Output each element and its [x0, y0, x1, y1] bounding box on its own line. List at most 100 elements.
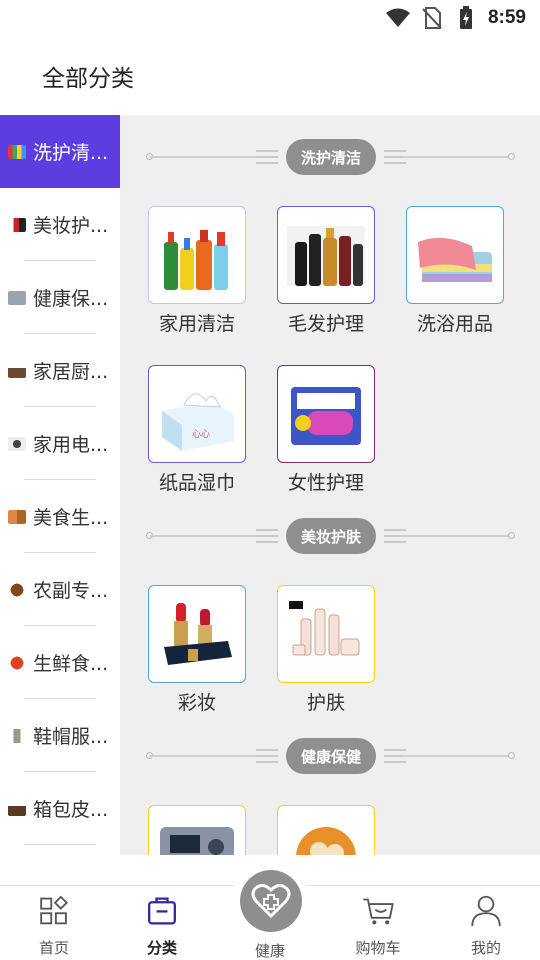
product-card-tissue[interactable]: 心心	[148, 365, 246, 463]
food-thumb	[8, 509, 26, 524]
nav-label: 购物车	[355, 939, 401, 957]
section-header-health: 健康保健	[146, 738, 515, 774]
header-dot	[508, 752, 515, 759]
section-title-pill: 洗护清洁	[286, 139, 376, 175]
home-grid-icon	[40, 895, 69, 925]
header-bars	[256, 150, 278, 164]
sidebar-item-luggage[interactable]: 箱包皮...	[0, 772, 120, 845]
cleaning-bottles-image	[164, 230, 228, 290]
battery-charging-icon	[454, 6, 478, 30]
farm-thumb	[8, 582, 26, 597]
section-title-pill: 美妆护肤	[286, 518, 376, 554]
nav-label: 健康	[254, 942, 285, 960]
nav-item-cart[interactable]: 购物车	[333, 892, 423, 958]
skincare-bottles-image	[289, 601, 360, 656]
luggage-thumb	[8, 801, 26, 816]
no-sim-icon	[420, 6, 444, 30]
sidebar-item-washing-cleaning[interactable]: 洗护清...	[0, 115, 120, 188]
category-content: 洗护清洁 家用清洁 毛发护理 洗浴用品 心心 纸品湿巾 女性护理 美妆护肤 彩妆…	[120, 115, 540, 855]
header-bars	[256, 749, 278, 763]
product-card-household-cleaning[interactable]	[148, 206, 246, 304]
product-card-bath[interactable]	[406, 206, 504, 304]
svg-text:心心: 心心	[192, 429, 210, 440]
product-card-feminine-care[interactable]	[277, 365, 375, 463]
product-card-hair-care[interactable]	[277, 206, 375, 304]
lipstick-image	[164, 603, 232, 665]
header-line	[150, 156, 262, 158]
page-header: 全部分类	[0, 36, 540, 116]
sidebar-item-food[interactable]: 美食生...	[0, 480, 120, 553]
sidebar-item-label: 家居厨...	[33, 361, 109, 383]
product-card-makeup[interactable]	[148, 585, 246, 683]
sidebar-item-label: 美食生...	[33, 507, 109, 529]
status-bar: 8:59	[0, 0, 540, 36]
page-title: 全部分类	[42, 66, 134, 92]
sidebar-item-label: 健康保...	[33, 288, 109, 310]
hair-care-bottles-image	[287, 226, 365, 286]
blood-pressure-monitor-image	[160, 827, 234, 855]
product-label: 毛发护理	[287, 313, 364, 335]
sidebar-item-apparel[interactable]: 鞋帽服...	[0, 699, 120, 772]
tissue-box-image: 心心	[162, 393, 234, 451]
sidebar-item-label: 箱包皮...	[33, 799, 109, 821]
product-label: 彩妆	[177, 692, 216, 714]
header-line	[150, 755, 262, 757]
section-header-cosmetics: 美妆护肤	[146, 518, 515, 554]
sidebar-item-label: 鞋帽服...	[33, 726, 109, 748]
nav-item-profile[interactable]: 我的	[441, 892, 531, 958]
nav-label: 首页	[38, 939, 69, 957]
health-thumb	[8, 290, 26, 305]
category-sidebar: 洗护清... 美妆护... 健康保... 家居厨... 家用电... 美食生..…	[0, 115, 120, 885]
sanitary-pads-image	[291, 387, 361, 445]
sidebar-item-label: 生鲜食...	[33, 653, 109, 675]
shopping-cart-icon	[363, 898, 394, 925]
apparel-thumb	[8, 728, 26, 743]
sidebar-divider	[24, 844, 96, 845]
sidebar-item-health[interactable]: 健康保...	[0, 261, 120, 334]
header-bars	[256, 529, 278, 543]
cosmetics-thumb	[8, 217, 26, 232]
sidebar-item-label: 美妆护...	[33, 215, 109, 237]
category-bag-icon	[148, 897, 176, 925]
sidebar-item-kitchen[interactable]: 家居厨...	[0, 334, 120, 407]
product-card-health-food[interactable]	[277, 805, 375, 855]
header-dot	[508, 532, 515, 539]
fresh-food-thumb	[8, 655, 26, 670]
user-profile-icon	[471, 895, 501, 927]
appliance-thumb	[8, 436, 26, 451]
sidebar-item-farm[interactable]: 农副专...	[0, 553, 120, 626]
health-food-bowl-image	[296, 827, 356, 855]
product-label: 家用清洁	[158, 313, 235, 335]
sidebar-item-label: 农副专...	[33, 580, 109, 602]
product-label: 护肤	[306, 692, 345, 714]
sidebar-item-label: 家用电...	[33, 434, 109, 456]
section-title-pill: 健康保健	[286, 738, 376, 774]
nav-label: 我的	[470, 939, 501, 957]
status-time: 8:59	[487, 7, 526, 28]
sidebar-item-cosmetics[interactable]: 美妆护...	[0, 188, 120, 261]
header-dot	[508, 153, 515, 160]
sidebar-item-appliances[interactable]: 家用电...	[0, 407, 120, 480]
header-line	[402, 755, 510, 757]
product-label: 女性护理	[287, 472, 364, 494]
kitchen-thumb	[8, 363, 26, 378]
section-header-washing: 洗护清洁	[146, 139, 515, 175]
nav-item-health[interactable]	[240, 870, 302, 932]
towels-image	[418, 237, 492, 282]
product-card-health-device[interactable]	[148, 805, 246, 855]
header-line	[402, 156, 510, 158]
sidebar-item-fresh[interactable]: 生鲜食...	[0, 626, 120, 699]
nav-label: 分类	[146, 939, 177, 957]
health-heart-plus-icon	[251, 883, 291, 919]
header-line	[402, 535, 510, 537]
cleaning-products-thumb	[8, 144, 26, 159]
nav-item-category[interactable]: 分类	[117, 892, 207, 958]
wifi-icon	[385, 6, 410, 30]
header-line	[150, 535, 262, 537]
category-screen: 8:59 全部分类 洗护清... 美妆护... 健康保... 家居厨... 家用…	[0, 0, 540, 960]
nav-item-home[interactable]: 首页	[9, 892, 99, 958]
product-label: 纸品湿巾	[158, 472, 235, 494]
sidebar-item-label: 洗护清...	[33, 142, 109, 164]
product-card-skincare[interactable]	[277, 585, 375, 683]
product-label: 洗浴用品	[416, 313, 493, 335]
